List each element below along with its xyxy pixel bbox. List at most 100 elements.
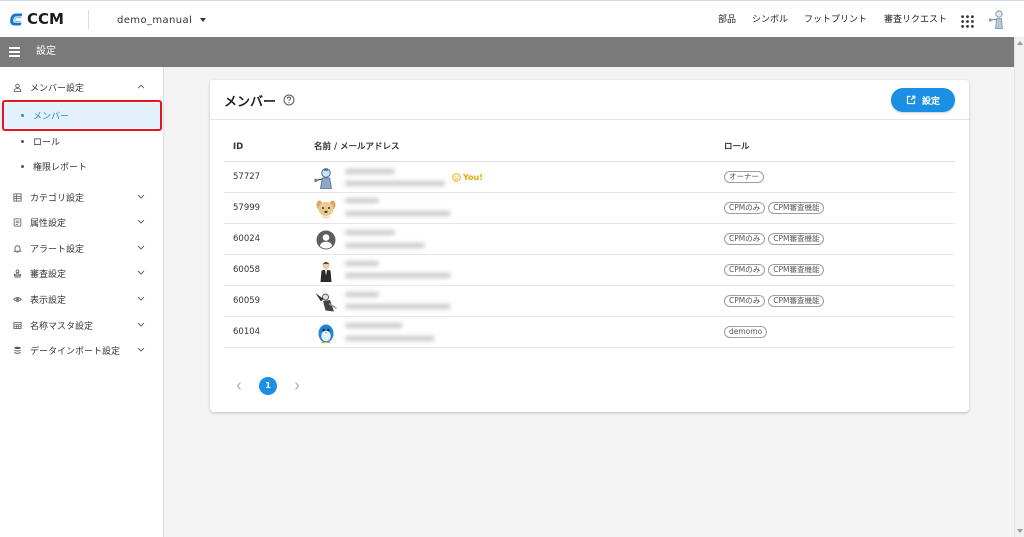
sidebar-group-category-settings[interactable]: カテゴリ設定 <box>0 185 161 209</box>
you-label: You! <box>463 173 483 182</box>
column-header-name[interactable]: 名前 / メールアドレス <box>314 133 400 162</box>
ccm-logo-icon <box>9 12 24 27</box>
you-badge: You! <box>452 162 483 193</box>
column-header-role[interactable]: ロール <box>724 133 750 162</box>
pagination-current-page[interactable]: 1 <box>259 377 277 395</box>
app-logo[interactable]: CCM <box>9 10 64 28</box>
default-account-avatar <box>314 228 338 252</box>
project-selector[interactable]: demo_manual <box>117 12 207 28</box>
sidebar-group-label: 名称マスタ設定 <box>30 321 94 332</box>
edit-square-icon <box>906 95 916 105</box>
sidebar-group-data-import-settings[interactable]: データインポート設定 <box>0 338 161 362</box>
blurred-name <box>345 292 379 297</box>
scroll-up-arrow-icon[interactable] <box>1017 41 1023 45</box>
role-chip: demomo <box>724 326 768 338</box>
role-chip: CPMのみ <box>724 233 766 245</box>
chevron-up-icon <box>137 84 145 90</box>
sidebar-item-label: 権限レポート <box>33 162 88 173</box>
table-row[interactable]: 60104 demomo <box>224 317 955 348</box>
chevron-down-icon <box>137 322 145 328</box>
sidebar-group-alert-settings[interactable]: アラート設定 <box>0 236 161 260</box>
mechanic-avatar <box>314 290 338 314</box>
settings-button[interactable]: 設定 <box>891 88 955 112</box>
sidebar-group-label: アラート設定 <box>30 244 85 255</box>
table-row[interactable]: 60024 CPMのみ CPM審査機能 <box>224 224 955 255</box>
blue-bird-avatar <box>314 321 338 345</box>
sidebar-group-label: データインポート設定 <box>30 346 121 357</box>
vertical-scrollbar[interactable] <box>1014 37 1024 537</box>
blurred-email <box>345 273 451 278</box>
sidebar-group-attribute-settings[interactable]: 属性設定 <box>0 210 161 234</box>
nav-symbols[interactable]: シンボル <box>752 13 788 27</box>
chevron-down-icon <box>137 347 145 353</box>
sidebar-group-name-master-settings[interactable]: 名称マスタ設定 <box>0 313 161 337</box>
eye-icon <box>13 295 22 304</box>
blurred-name <box>345 230 395 235</box>
nav-footprints[interactable]: フットプリント <box>804 13 867 27</box>
blurred-email <box>345 304 451 309</box>
nav-parts[interactable]: 部品 <box>718 13 736 27</box>
table-icon <box>13 321 22 330</box>
settings-subbar: 設定 <box>0 37 1014 67</box>
role-chip: CPM審査機能 <box>768 202 825 214</box>
role-chip: CPMのみ <box>724 264 766 276</box>
sidebar-item-roles[interactable]: ロール <box>0 129 161 153</box>
sidebar-item-label: メンバー <box>33 112 70 122</box>
card-divider <box>210 119 969 120</box>
help-circle-icon[interactable] <box>283 94 295 106</box>
table-row[interactable]: 60058 CPMのみ CPM審査機能 <box>224 255 955 286</box>
bullet-dot <box>21 114 24 117</box>
stamp-icon <box>13 268 22 278</box>
card-header: メンバー <box>224 90 295 110</box>
chevron-down-icon <box>137 194 145 200</box>
robot-avatar <box>314 166 338 190</box>
table-header: ID 名前 / メールアドレス ロール <box>224 133 955 162</box>
attribute-document-icon <box>13 217 22 227</box>
nav-review-requests[interactable]: 審査リクエスト <box>884 13 947 27</box>
chevron-down-icon <box>137 219 145 225</box>
role-list: demomo <box>724 326 768 338</box>
role-list: CPMのみ CPM審査機能 <box>724 202 825 214</box>
bullet-dot <box>21 139 24 143</box>
role-chip: CPM審査機能 <box>768 295 825 307</box>
hamburger-menu-icon[interactable] <box>9 47 20 57</box>
member-id: 60059 <box>233 296 261 306</box>
dog-avatar <box>314 197 338 221</box>
member-id: 60024 <box>233 234 261 244</box>
blurred-name <box>345 169 395 174</box>
top-app-bar: CCM demo_manual 部品 シンボル フットプリント 審査リクエスト <box>0 0 1024 37</box>
sidebar-group-label: 審査設定 <box>30 269 67 280</box>
blurred-email <box>345 243 425 248</box>
sidebar-group-label: 属性設定 <box>30 218 67 229</box>
chevron-down-icon <box>137 270 145 276</box>
chevron-left-icon[interactable] <box>235 381 243 391</box>
table-row[interactable]: 60059 CPMのみ CPM審査機能 <box>224 286 955 317</box>
user-avatar-icon[interactable] <box>988 9 1008 30</box>
logo-text: CCM <box>27 10 64 28</box>
smile-icon <box>452 173 461 182</box>
scroll-down-arrow-icon[interactable] <box>1017 529 1023 533</box>
column-header-id[interactable]: ID <box>233 133 243 162</box>
members-table: ID 名前 / メールアドレス ロール 57727 You! オーナー 5799… <box>224 133 955 348</box>
sidebar-item-permission-report[interactable]: 権限レポート <box>0 154 161 178</box>
sidebar-group-member-settings[interactable]: メンバー設定 <box>0 75 161 99</box>
page-title: 設定 <box>36 46 56 57</box>
blurred-name <box>345 323 403 328</box>
category-list-icon <box>13 192 22 202</box>
table-row[interactable]: 57727 You! オーナー <box>224 162 955 193</box>
sidebar-group-label: メンバー設定 <box>30 83 85 94</box>
chevron-right-icon[interactable] <box>293 381 301 391</box>
project-name: demo_manual <box>117 14 193 26</box>
sidebar-item-label: ロール <box>33 137 61 148</box>
role-list: オーナー <box>724 171 764 183</box>
role-chip: オーナー <box>724 171 764 183</box>
blurred-email <box>345 211 451 216</box>
table-row[interactable]: 57999 CPMのみ CPM審査機能 <box>224 193 955 224</box>
chevron-down-icon <box>137 296 145 302</box>
role-chip: CPMのみ <box>724 202 766 214</box>
sidebar-group-display-settings[interactable]: 表示設定 <box>0 287 161 311</box>
sidebar-item-members[interactable]: メンバー <box>0 103 161 128</box>
apps-grid-icon[interactable] <box>961 13 974 28</box>
sidebar-group-review-settings[interactable]: 審査設定 <box>0 261 161 285</box>
bullet-dot <box>21 164 24 168</box>
